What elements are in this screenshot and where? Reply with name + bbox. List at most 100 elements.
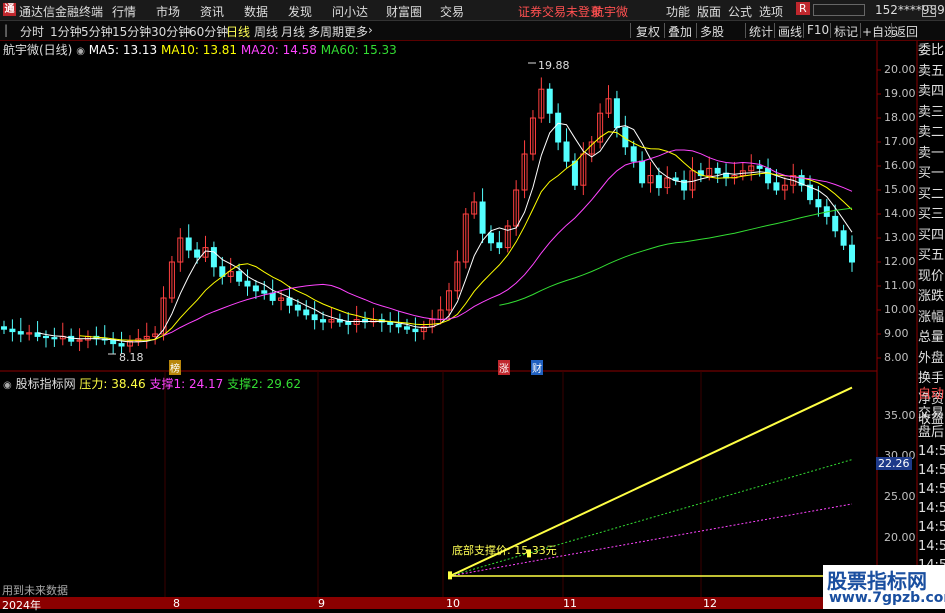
candle (521, 140, 528, 199)
event-marker-bang[interactable]: 榜 (169, 360, 181, 375)
candle (840, 224, 847, 250)
candle (101, 325, 108, 345)
candle (714, 162, 721, 184)
month-label: 9 (318, 597, 325, 610)
sidebar2-item[interactable]: 盘后 (918, 423, 945, 442)
candle (76, 328, 83, 352)
sidebar-item[interactable]: 卖五 (918, 62, 945, 83)
candle (168, 256, 175, 303)
sidebar-item[interactable]: 卖一 (918, 144, 945, 165)
candle (672, 172, 679, 186)
candle (202, 235, 209, 262)
candle (849, 235, 855, 272)
candle (93, 326, 100, 346)
sidebar2-item[interactable]: 14:56 (918, 537, 945, 556)
current-value-tag: 22.26 (876, 457, 912, 470)
sidebar-item[interactable]: 涨幅 (918, 308, 945, 329)
sidebar2-item[interactable]: 14:56 (918, 499, 945, 518)
candle (546, 83, 553, 124)
candle (479, 188, 486, 244)
candle (219, 256, 226, 285)
candle (555, 103, 562, 151)
sidebar-item[interactable]: 买三 (918, 205, 945, 226)
event-marker-zhang[interactable]: 涨 (498, 360, 510, 375)
candle (1, 320, 7, 334)
ma60-line (499, 207, 853, 306)
sidebar-item[interactable]: 总量 (918, 328, 945, 349)
candle (613, 90, 620, 138)
candle (353, 305, 360, 333)
price-tick-label: 12.00 (884, 255, 916, 268)
sidebar2-item[interactable]: 14:56 (918, 480, 945, 499)
indicator-settings-icon[interactable]: ◉ (3, 380, 12, 391)
price-tick-label: 15.00 (884, 183, 916, 196)
candle (597, 103, 604, 149)
candle (681, 170, 688, 200)
sidebar-item[interactable]: 卖三 (918, 103, 945, 124)
support1-value: 支撑1: 24.17 (149, 377, 224, 391)
quote-sidebar[interactable]: 委比 卖五 卖四 卖三 卖二 卖一 买一 买二 买三 买四 买五 现价 涨跌 涨幅 总量 外盘 换手 净资 收益 (918, 41, 945, 427)
sidebar-item[interactable]: 买一 (918, 164, 945, 185)
kline-chart[interactable] (0, 0, 945, 609)
month-label: 12 (703, 597, 717, 610)
support2-line (449, 459, 853, 577)
sidebar-item[interactable]: 买五 (918, 246, 945, 267)
candle (412, 317, 419, 342)
candle (42, 330, 49, 348)
candle (378, 313, 385, 332)
sidebar2-item[interactable]: 交易 (918, 404, 945, 423)
candle (311, 301, 318, 330)
price-tick-label: 17.00 (884, 135, 916, 148)
candle (152, 326, 159, 345)
candle (244, 269, 251, 296)
candle (185, 224, 192, 259)
candle (110, 332, 117, 354)
sidebar2-item[interactable]: 14:56 (918, 461, 945, 480)
event-marker-cai[interactable]: 财 (531, 360, 543, 375)
low-price-label: 8.18 (119, 351, 144, 364)
sidebar-item[interactable]: 现价 (918, 267, 945, 288)
sidebar-item[interactable]: 涨跌 (918, 287, 945, 308)
candle (454, 250, 461, 299)
price-tick-label: 19.00 (884, 87, 916, 100)
month-label: 2024年 (2, 599, 41, 612)
candle (487, 225, 494, 251)
candle (571, 153, 578, 190)
sidebar-item[interactable]: 买四 (918, 226, 945, 247)
candle (177, 228, 184, 272)
month-label: 11 (563, 597, 577, 610)
price-tick-label: 18.00 (884, 111, 916, 124)
indicator-tick-label: 20.00 (884, 530, 916, 544)
candle (739, 162, 746, 181)
sidebar2-item[interactable]: 14:56 (918, 518, 945, 537)
candle (647, 161, 654, 193)
candle (59, 322, 66, 346)
candle (664, 166, 671, 195)
candle (580, 142, 587, 196)
sidebar-item[interactable]: 外盘 (918, 349, 945, 370)
candle (798, 169, 805, 192)
candle (17, 317, 24, 343)
candle (84, 330, 91, 349)
price-tick-label: 16.00 (884, 159, 916, 172)
candle (538, 77, 545, 123)
sidebar-item[interactable]: 买二 (918, 185, 945, 206)
candle (303, 300, 310, 320)
candle (765, 158, 772, 190)
sidebar-item[interactable]: 卖二 (918, 123, 945, 144)
candle (404, 318, 411, 334)
candle (496, 231, 503, 255)
sidebar-item[interactable]: 卖四 (918, 82, 945, 103)
candle (529, 110, 536, 161)
high-price-label: 19.88 (538, 59, 570, 72)
month-label: 8 (173, 597, 180, 610)
candle (563, 128, 570, 168)
indicator-legend: ◉ 股标指标网 压力: 38.46 支撑1: 24.17 支撑2: 29.62 (3, 375, 301, 392)
sidebar2-item[interactable]: 自动 (918, 385, 945, 404)
sidebar-item[interactable]: 委比 (918, 41, 945, 62)
indicator-tick-label: 25.00 (884, 490, 916, 504)
candle (135, 328, 142, 346)
price-tick-label: 11.00 (884, 279, 916, 292)
sidebar2-item[interactable]: 14:56 (918, 442, 945, 461)
pressure-value: 压力: 38.46 (79, 377, 146, 391)
